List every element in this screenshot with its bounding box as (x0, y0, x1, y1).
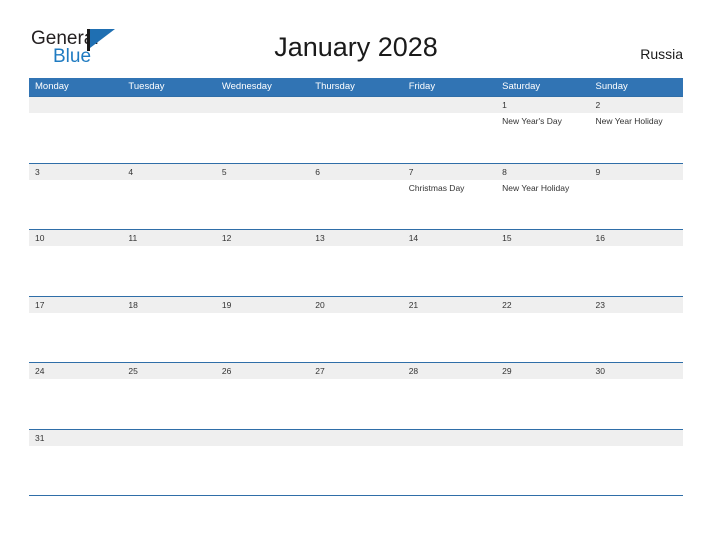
day-number: 24 (35, 366, 45, 376)
day-number: 8 (502, 166, 507, 177)
day-number: 21 (408, 299, 419, 310)
day-cell[interactable]: 15 (496, 230, 589, 296)
day-number: 13 (315, 233, 325, 243)
day-number: 25 (128, 366, 138, 376)
week-row: 3 4 5 6 7 Christmas Day 8 New Year Holiday… (29, 162, 683, 230)
day-number: 28 (408, 366, 419, 376)
week-row: 10 11 12 13 14 15 16 (29, 229, 683, 296)
day-number: 1 (502, 100, 507, 110)
day-cell[interactable]: 20 (309, 297, 402, 363)
day-number: 9 (595, 166, 601, 177)
day-cell[interactable]: 27 (309, 363, 402, 429)
day-event: New Year Holiday (502, 182, 570, 193)
day-number: 12 (221, 233, 232, 243)
day-event: New Year's Day (502, 116, 562, 126)
day-cell[interactable] (403, 430, 496, 496)
day-number: 15 (502, 233, 512, 243)
day-number: 10 (35, 233, 45, 243)
day-number: 20 (315, 299, 325, 310)
day-cell[interactable]: 9 (590, 164, 683, 230)
calendar-bottom-rule (29, 495, 683, 496)
day-cell[interactable] (29, 97, 122, 163)
day-cell[interactable]: 24 (29, 363, 122, 429)
day-cell[interactable]: 23 (590, 297, 683, 363)
day-cell[interactable]: 10 (29, 230, 122, 296)
day-number: 19 (221, 299, 232, 310)
day-cell[interactable] (309, 97, 402, 163)
day-cell[interactable] (590, 430, 683, 496)
day-cell[interactable]: 8 New Year Holiday (496, 164, 589, 230)
day-cell[interactable]: 17 (29, 297, 122, 363)
weekday-header-tuesday: Tuesday (128, 81, 165, 92)
day-cell[interactable]: 31 (29, 430, 122, 496)
day-cell[interactable]: 25 (122, 363, 215, 429)
day-cell[interactable] (216, 430, 309, 496)
day-number: 30 (595, 366, 605, 376)
day-cell[interactable]: 29 (496, 363, 589, 429)
weekday-header-friday: Friday (408, 81, 436, 92)
day-number: 27 (315, 366, 325, 376)
day-cell[interactable]: 19 (216, 297, 309, 363)
weekday-header-saturday: Saturday (502, 81, 541, 92)
day-number: 18 (128, 299, 138, 310)
day-number: 6 (315, 166, 320, 177)
page-title: January 2028 (274, 32, 438, 62)
day-number: 11 (128, 233, 138, 243)
day-cell[interactable]: 22 (496, 297, 589, 363)
day-cell[interactable]: 6 (309, 164, 402, 230)
day-cell[interactable]: 3 (29, 164, 122, 230)
day-number: 5 (221, 166, 227, 177)
weekday-header-wednesday: Wednesday (221, 81, 272, 92)
day-cell[interactable]: 30 (590, 363, 683, 429)
day-cell[interactable]: 5 (216, 164, 309, 230)
day-event: Christmas Day (408, 182, 465, 193)
day-number: 4 (128, 166, 134, 177)
day-cell[interactable]: 2 New Year Holiday (590, 97, 683, 163)
weekday-header-thursday: Thursday (315, 81, 355, 92)
weekday-header-sunday: Sunday (595, 81, 628, 92)
day-event: New Year Holiday (595, 116, 663, 126)
day-number: 23 (595, 299, 605, 310)
day-cell[interactable]: 26 (216, 363, 309, 429)
day-cell[interactable]: 12 (216, 230, 309, 296)
day-cell[interactable] (309, 430, 402, 496)
day-cell[interactable]: 11 (122, 230, 215, 296)
day-number: 31 (35, 432, 45, 443)
calendar-table: Monday Tuesday Wednesday Thursday Friday… (29, 78, 683, 496)
day-number: 14 (408, 233, 419, 243)
day-cell[interactable] (216, 97, 309, 163)
page-header: General Blue January 2028 Russia (0, 0, 712, 76)
day-number: 22 (502, 299, 512, 310)
day-cell[interactable]: 28 (403, 363, 496, 429)
day-cell[interactable]: 16 (590, 230, 683, 296)
day-cell[interactable]: 18 (122, 297, 215, 363)
weekday-header-row: Monday Tuesday Wednesday Thursday Friday… (29, 78, 683, 96)
day-number: 16 (595, 233, 605, 243)
day-cell[interactable] (496, 430, 589, 496)
day-cell[interactable]: 21 (403, 297, 496, 363)
day-number: 2 (595, 100, 601, 110)
week-row: 24 25 26 27 28 29 30 (29, 362, 683, 429)
day-cell[interactable]: 1 New Year's Day (496, 97, 589, 163)
day-number: 29 (502, 366, 512, 376)
day-cell[interactable]: 13 (309, 230, 402, 296)
day-number: 26 (221, 366, 232, 376)
day-cell[interactable]: 7 Christmas Day (403, 164, 496, 230)
day-cell[interactable] (122, 430, 215, 496)
week-row: 31 (29, 428, 683, 496)
week-row: 17 18 19 20 21 22 23 (29, 295, 683, 363)
day-number: 3 (35, 166, 40, 177)
day-number: 17 (35, 299, 45, 310)
weekday-header-monday: Monday (35, 81, 69, 92)
day-cell[interactable] (403, 97, 496, 163)
calendar-page: General Blue January 2028 Russia Monday … (0, 0, 712, 550)
day-cell[interactable]: 14 (403, 230, 496, 296)
day-number: 7 (408, 166, 414, 177)
day-cell[interactable] (122, 97, 215, 163)
country-label: Russia (640, 46, 683, 62)
week-row: 1 New Year's Day 2 New Year Holiday (29, 96, 683, 163)
day-cell[interactable]: 4 (122, 164, 215, 230)
